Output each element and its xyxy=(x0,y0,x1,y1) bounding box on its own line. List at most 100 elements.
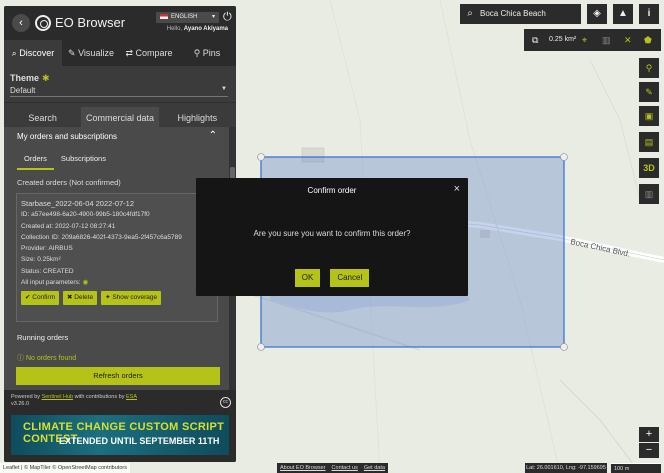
aoi-handle-bl[interactable] xyxy=(257,343,265,351)
orders-section-header[interactable]: My orders and subscriptions ⌃ xyxy=(4,127,236,147)
film-icon: ▤ xyxy=(644,137,654,147)
pin-icon: ⚲ xyxy=(193,48,201,58)
gear-icon[interactable]: ✱ xyxy=(42,73,50,83)
minus-icon: − xyxy=(645,444,653,456)
footer-links: About EO Browser Contact us Get data xyxy=(277,463,388,473)
order-size: Size: 0.25km² xyxy=(21,256,61,264)
tab-subscriptions[interactable]: Subscriptions xyxy=(54,152,113,170)
order-id: ID: a57ee498-6a20-4900-99b5-180c4fdf17f0 xyxy=(21,211,150,219)
orders-tabs: Orders Subscriptions xyxy=(17,152,236,170)
logout-power-icon[interactable]: ⏻ xyxy=(223,11,232,24)
histogram-icon: ▥ xyxy=(644,189,654,199)
eo-browser-logo-icon xyxy=(35,15,51,31)
get-data-link[interactable]: Get data xyxy=(364,463,385,473)
chart-icon[interactable]: ▥ xyxy=(602,29,611,51)
aoi-pentagon-icon[interactable]: ⬟ xyxy=(644,29,652,51)
banner-subtitle: EXTENDED UNTIL SEPTEMBER 11TH xyxy=(59,436,220,446)
contest-banner[interactable]: CLIMATE CHANGE CUSTOM SCRIPT CONTEST EXT… xyxy=(11,415,229,455)
cursor-coordinates: Lat: 26.001610, Lng: -97.159695 xyxy=(525,463,607,473)
location-search-input[interactable]: ⌕ Boca Chica Beach xyxy=(460,4,581,24)
panel-header: ‹ EO Browser ENGLISH ▾ ⏻ Hello, Ayano Ak… xyxy=(4,6,236,40)
close-icon[interactable]: ✕ xyxy=(624,29,632,51)
3d-icon: 3D xyxy=(643,163,655,173)
user-greeting: Hello, Ayano Akiyama xyxy=(166,26,228,32)
confirm-order-button[interactable]: ✔ Confirm xyxy=(21,291,60,306)
user-name: Ayano Akiyama xyxy=(183,26,228,32)
discover-sub-tabs: Search Commercial data Highlights xyxy=(4,107,236,129)
map-street-label: Boca Chica Blvd. xyxy=(570,237,631,258)
measure-button[interactable]: ✎ xyxy=(639,82,659,102)
sentinel-hub-link[interactable]: Sentinel Hub xyxy=(42,394,74,400)
aoi-handle-tr[interactable] xyxy=(560,153,568,161)
tab-visualize[interactable]: ✎ Visualize xyxy=(62,40,120,66)
caret-down-icon: ▾ xyxy=(211,14,215,20)
collapse-panel-button[interactable]: ‹ xyxy=(12,14,30,32)
layers-icon: ◈ xyxy=(593,8,601,19)
esa-link[interactable]: ESA xyxy=(126,394,137,400)
confirm-order-dialog: Confirm order × Are you sure you want to… xyxy=(196,178,468,296)
language-select[interactable]: ENGLISH ▾ xyxy=(156,12,219,23)
tab-discover[interactable]: ⌕ Discover xyxy=(4,40,62,66)
tab-pins[interactable]: ⚲ Pins xyxy=(178,40,236,66)
zoom-out-button[interactable]: − xyxy=(639,443,659,458)
info-button[interactable]: i xyxy=(639,4,659,24)
ok-button[interactable]: OK xyxy=(294,269,321,287)
aoi-handle-tl[interactable] xyxy=(257,153,265,161)
crosshair-icon[interactable]: ⌖ xyxy=(582,29,587,51)
no-orders-message: ⓘ No orders found xyxy=(17,355,77,362)
info-icon: i xyxy=(647,8,651,19)
chevron-up-icon[interactable]: ⌃ xyxy=(209,130,217,141)
tab-compare[interactable]: ⇄ Compare xyxy=(120,40,178,66)
map-scale: 100 m xyxy=(611,463,661,473)
aoi-handle-br[interactable] xyxy=(560,343,568,351)
order-created-at: Created at: 2022-07-12 08:27:41 xyxy=(21,222,116,230)
panel-footer: Powered by Sentinel Hub with contributio… xyxy=(4,390,236,462)
order-card: Starbase_2022-06-04 2022-07-12 ID: a57ee… xyxy=(16,193,218,322)
powered-by-text: Powered by Sentinel Hub with contributio… xyxy=(11,394,137,407)
3d-button[interactable]: 3D xyxy=(639,158,659,178)
theme-select[interactable]: Default ▼ xyxy=(10,86,228,97)
histogram-button[interactable]: ▥ xyxy=(639,184,659,204)
theme-section: Theme ✱ Default ▼ xyxy=(4,66,236,103)
order-collection-id: Collection ID: 209a6826-402f-4373-9ea5-2… xyxy=(21,233,182,241)
app-title: EO Browser xyxy=(55,15,126,30)
search-icon: ⌕ xyxy=(467,8,473,19)
compare-arrows-icon: ⇄ xyxy=(125,48,133,58)
tab-commercial-data[interactable]: Commercial data xyxy=(81,107,159,129)
copy-icon[interactable]: ⧉ xyxy=(532,29,538,51)
plus-icon: + xyxy=(645,428,653,440)
layers-button[interactable]: ◈ xyxy=(587,4,607,24)
map-marker-icon: ⚲ xyxy=(645,63,653,73)
about-link[interactable]: About EO Browser xyxy=(280,463,326,473)
dialog-actions: OK Cancel xyxy=(196,269,468,287)
close-icon[interactable]: × xyxy=(454,183,460,195)
version-label: v3.26.0 xyxy=(11,401,30,407)
tab-search[interactable]: Search xyxy=(4,107,81,129)
dialog-message: Are you sure you want to confirm this or… xyxy=(253,229,411,238)
image-download-button[interactable]: ▣ xyxy=(639,106,659,126)
tab-orders[interactable]: Orders xyxy=(17,152,54,170)
graduation-cap-icon: ▲ xyxy=(618,8,628,19)
delete-order-button[interactable]: ✖ Delete xyxy=(63,291,98,306)
dialog-title: Confirm order xyxy=(307,186,357,195)
contact-link[interactable]: Contact us xyxy=(332,463,358,473)
location-pin-button[interactable]: ⚲ xyxy=(639,58,659,78)
tab-highlights[interactable]: Highlights xyxy=(159,107,236,129)
refresh-orders-button[interactable]: Refresh orders xyxy=(16,367,220,385)
show-coverage-button[interactable]: ✦ Show coverage xyxy=(101,291,162,306)
chevron-left-icon: ‹ xyxy=(19,17,23,29)
timelapse-button[interactable]: ▤ xyxy=(639,132,659,152)
brush-icon: ✎ xyxy=(68,48,76,58)
creative-commons-icon[interactable]: cc xyxy=(220,397,231,408)
image-icon: ▣ xyxy=(644,111,654,121)
order-name: Starbase_2022-06-04 2022-07-12 xyxy=(21,199,135,208)
zoom-in-button[interactable]: + xyxy=(639,427,659,442)
education-button[interactable]: ▲ xyxy=(613,4,633,24)
order-status: Status: CREATED xyxy=(21,267,74,275)
order-provider: Provider: AIRBUS xyxy=(21,245,73,253)
order-actions: ✔ Confirm ✖ Delete ✦ Show coverage xyxy=(21,291,213,306)
eye-icon[interactable]: ◉ xyxy=(83,279,89,286)
cancel-button[interactable]: Cancel xyxy=(330,269,370,287)
caret-down-icon: ▼ xyxy=(221,86,227,92)
main-tabs: ⌕ Discover ✎ Visualize ⇄ Compare ⚲ Pins xyxy=(4,40,236,66)
